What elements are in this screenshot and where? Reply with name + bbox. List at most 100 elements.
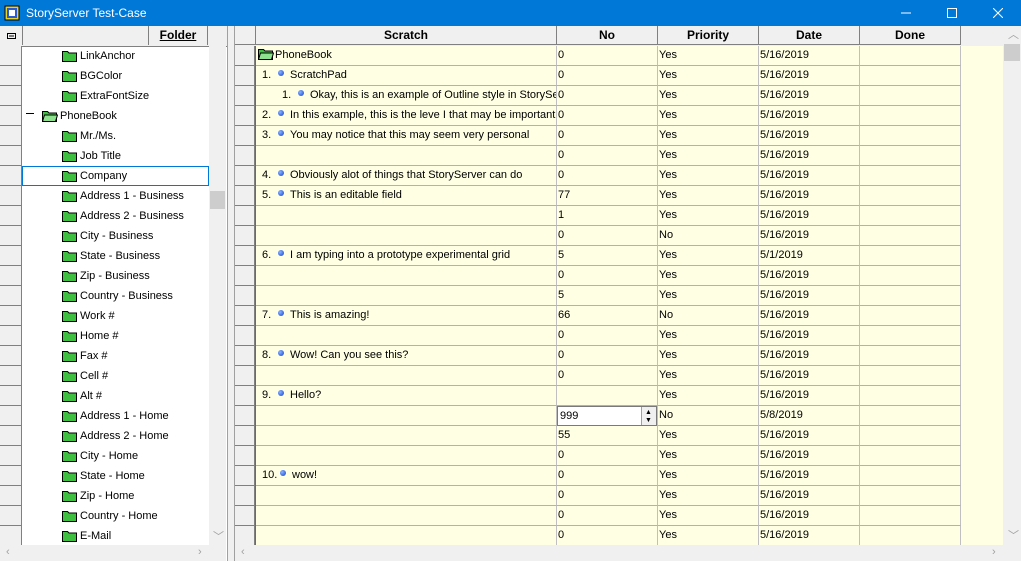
- cell-editor-spinner[interactable]: ▲ ▼: [641, 407, 656, 425]
- grid-horizontal-scrollbar[interactable]: ‹ ›: [235, 545, 1021, 561]
- cell-done[interactable]: [860, 206, 961, 226]
- folder-item-cell[interactable]: Address 2 - Business: [22, 206, 209, 226]
- cell-done[interactable]: [860, 346, 961, 366]
- table-row[interactable]: 3. You may notice that this may seem very…: [235, 126, 1003, 146]
- cell-date[interactable]: 5/16/2019: [759, 506, 860, 526]
- folder-item[interactable]: E-Mail: [0, 526, 209, 546]
- scroll-down-icon[interactable]: ﹀: [1008, 531, 1019, 542]
- cell-done[interactable]: [860, 306, 961, 326]
- table-row[interactable]: 0 Yes 5/16/2019: [235, 486, 1003, 506]
- cell-done[interactable]: [860, 466, 961, 486]
- cell-no[interactable]: 0: [557, 346, 658, 366]
- cell-date[interactable]: 5/16/2019: [759, 86, 860, 106]
- folder-item[interactable]: City - Home: [0, 446, 209, 466]
- folder-item-cell[interactable]: BGColor: [22, 66, 209, 86]
- table-row[interactable]: 1 Yes 5/16/2019: [235, 206, 1003, 226]
- cell-no[interactable]: 0: [557, 106, 658, 126]
- cell-no[interactable]: 0: [557, 326, 658, 346]
- cell-scratch[interactable]: [256, 486, 557, 506]
- cell-done[interactable]: [860, 406, 961, 426]
- cell-priority[interactable]: Yes: [658, 186, 759, 206]
- cell-priority[interactable]: Yes: [658, 246, 759, 266]
- cell-priority[interactable]: Yes: [658, 446, 759, 466]
- folder-item-cell[interactable]: City - Home: [22, 446, 209, 466]
- cell-scratch[interactable]: 5. This is an editable field: [256, 186, 557, 206]
- cell-done[interactable]: [860, 226, 961, 246]
- cell-done[interactable]: [860, 166, 961, 186]
- folder-item-cell[interactable]: Cell #: [22, 366, 209, 386]
- folder-item[interactable]: Zip - Home: [0, 486, 209, 506]
- column-header-done[interactable]: Done: [860, 26, 961, 45]
- table-row[interactable]: 0 Yes 5/16/2019: [235, 526, 1003, 546]
- folder-item[interactable]: Address 1 - Business: [0, 186, 209, 206]
- cell-date[interactable]: 5/16/2019: [759, 266, 860, 286]
- cell-date[interactable]: 5/16/2019: [759, 466, 860, 486]
- folder-horizontal-scrollbar[interactable]: ‹ ›: [0, 545, 226, 561]
- cell-scratch[interactable]: [256, 146, 557, 166]
- folder-item[interactable]: Work #: [0, 306, 209, 326]
- cell-date[interactable]: 5/16/2019: [759, 426, 860, 446]
- column-header-no[interactable]: No: [557, 26, 658, 45]
- cell-date[interactable]: 5/16/2019: [759, 106, 860, 126]
- cell-done[interactable]: [860, 186, 961, 206]
- folder-item-cell[interactable]: Work #: [22, 306, 209, 326]
- cell-scratch[interactable]: 1. Okay, this is an example of Outline st…: [256, 86, 557, 106]
- cell-priority[interactable]: Yes: [658, 106, 759, 126]
- cell-date[interactable]: 5/16/2019: [759, 446, 860, 466]
- folder-vertical-scrollbar[interactable]: ﹀: [209, 46, 226, 545]
- folder-item[interactable]: Fax #: [0, 346, 209, 366]
- folder-item[interactable]: Address 2 - Business: [0, 206, 209, 226]
- folder-item-cell[interactable]: Address 1 - Business: [22, 186, 209, 206]
- cell-scratch[interactable]: [256, 506, 557, 526]
- collapse-icon[interactable]: [26, 113, 34, 114]
- table-row[interactable]: 0 Yes 5/16/2019: [235, 146, 1003, 166]
- cell-date[interactable]: 5/16/2019: [759, 366, 860, 386]
- maximize-button[interactable]: [929, 0, 975, 26]
- cell-done[interactable]: [860, 286, 961, 306]
- cell-no[interactable]: 0: [557, 526, 658, 546]
- table-row[interactable]: 5. This is an editable field 77 Yes 5/16/201…: [235, 186, 1003, 206]
- scroll-left-icon[interactable]: ‹: [6, 547, 10, 558]
- cell-scratch[interactable]: [256, 426, 557, 446]
- folder-item-cell[interactable]: Alt #: [22, 386, 209, 406]
- cell-date[interactable]: 5/16/2019: [759, 386, 860, 406]
- table-row[interactable]: 1. ScratchPad 0 Yes 5/16/2019: [235, 66, 1003, 86]
- cell-scratch[interactable]: 10. wow!: [256, 466, 557, 486]
- cell-date[interactable]: 5/16/2019: [759, 226, 860, 246]
- cell-priority[interactable]: No: [658, 306, 759, 326]
- cell-date[interactable]: 5/16/2019: [759, 486, 860, 506]
- grid-scroll-thumb[interactable]: [1004, 44, 1020, 61]
- cell-priority[interactable]: Yes: [658, 466, 759, 486]
- table-row[interactable]: 0 No 5/16/2019: [235, 226, 1003, 246]
- cell-no[interactable]: 0: [557, 466, 658, 486]
- collapse-all-button[interactable]: [0, 26, 23, 45]
- cell-no[interactable]: 5: [557, 246, 658, 266]
- cell-priority[interactable]: Yes: [658, 386, 759, 406]
- cell-priority[interactable]: Yes: [658, 66, 759, 86]
- cell-date[interactable]: 5/16/2019: [759, 346, 860, 366]
- folder-item[interactable]: Job Title: [0, 146, 209, 166]
- folder-item-cell[interactable]: Home #: [22, 326, 209, 346]
- folder-item-cell[interactable]: State - Home: [22, 466, 209, 486]
- folder-item[interactable]: ExtraFontSize: [0, 86, 209, 106]
- cell-no[interactable]: 0: [557, 166, 658, 186]
- table-row[interactable]: 8. Wow! Can you see this? 0 Yes 5/16/2019: [235, 346, 1003, 366]
- cell-scratch[interactable]: 7. This is amazing!: [256, 306, 557, 326]
- scroll-right-icon[interactable]: ›: [198, 547, 202, 558]
- cell-scratch[interactable]: [256, 406, 557, 426]
- cell-done[interactable]: [860, 486, 961, 506]
- cell-date[interactable]: 5/16/2019: [759, 526, 860, 546]
- scroll-up-icon[interactable]: ︿: [1008, 30, 1019, 41]
- close-button[interactable]: [975, 0, 1021, 26]
- cell-done[interactable]: [860, 106, 961, 126]
- cell-scratch[interactable]: 6. I am typing into a prototype experimen…: [256, 246, 557, 266]
- folder-item-cell[interactable]: Address 2 - Home: [22, 426, 209, 446]
- cell-no[interactable]: 0: [557, 66, 658, 86]
- cell-priority[interactable]: Yes: [658, 506, 759, 526]
- column-header-scratch[interactable]: Scratch: [256, 26, 557, 45]
- cell-no[interactable]: 5: [557, 286, 658, 306]
- cell-scratch[interactable]: [256, 206, 557, 226]
- table-row[interactable]: 0 Yes 5/16/2019: [235, 506, 1003, 526]
- cell-scratch[interactable]: [256, 526, 557, 546]
- table-row[interactable]: 1. Okay, this is an example of Outline st…: [235, 86, 1003, 106]
